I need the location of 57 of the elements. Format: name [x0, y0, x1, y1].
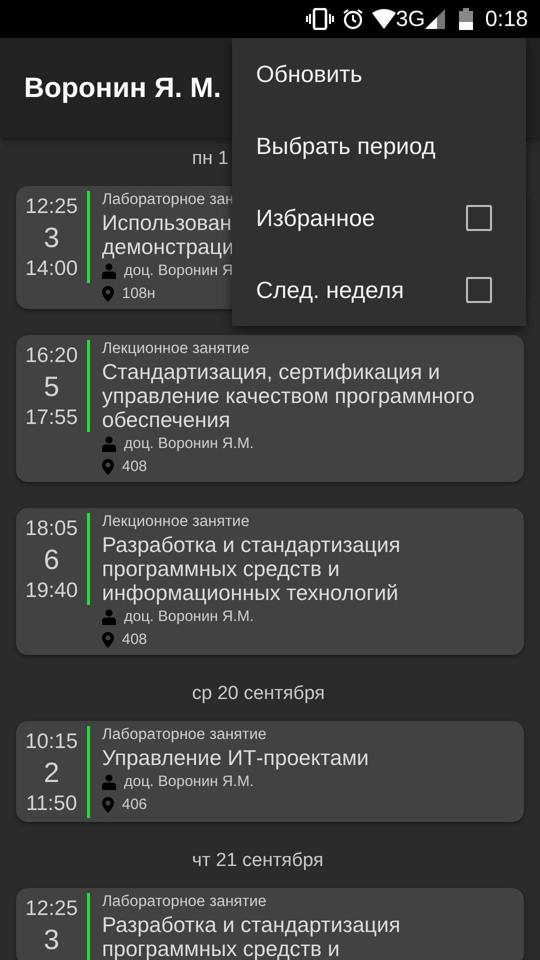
end-time: 19:40: [25, 579, 78, 603]
lesson-number: 2: [44, 756, 60, 790]
lesson-title: Стандартизация, сертификация и управление качеством программного обеспечения: [102, 360, 476, 432]
person-icon: [102, 608, 116, 624]
teacher-name: доц. Воронин Я.М.: [124, 773, 254, 790]
lesson-number: 3: [44, 923, 60, 957]
start-time: 12:25: [25, 195, 78, 219]
location-pin-icon: [102, 796, 114, 812]
day-header: ср 20 сентября: [192, 683, 325, 704]
room-number: 408: [122, 631, 148, 648]
lesson-title: Разработка и стандартизация программных средств и информационных технологий: [102, 533, 402, 605]
start-time: 16:20: [25, 344, 78, 368]
lesson-title: Использован демонстраци: [102, 211, 234, 259]
lesson-title: Управление ИТ-проектами: [102, 746, 369, 770]
day-header: пн 1: [192, 148, 229, 169]
menu-item[interactable]: Выбрать период: [232, 110, 526, 182]
room-number: 108н: [122, 285, 156, 302]
network-type: 3G: [396, 6, 426, 32]
lesson-number: 6: [44, 543, 60, 577]
end-time: 17:55: [25, 406, 78, 430]
start-time: 10:15: [25, 730, 78, 754]
menu-item[interactable]: След. неделя: [232, 254, 526, 326]
location-pin-icon: [102, 286, 114, 302]
clock-time: 0:18: [485, 6, 528, 32]
room-number: 406: [122, 796, 148, 813]
signal-icon: [425, 9, 446, 29]
location-pin-icon: [102, 458, 114, 474]
lesson-type: Лабораторное занятие: [102, 893, 267, 911]
lesson-type: Лекционное занятие: [102, 340, 250, 358]
room-number: 408: [122, 458, 148, 475]
vibrate-icon: [306, 8, 334, 30]
menu-item-label: След. неделя: [256, 276, 404, 304]
checkbox[interactable]: [466, 205, 492, 231]
day-header: чт 21 сентября: [192, 850, 324, 871]
lesson-type: Лекционное занятие: [102, 513, 250, 531]
person-icon: [102, 436, 116, 452]
person-icon: [102, 262, 116, 278]
lesson-number: 5: [44, 370, 60, 404]
start-time: 12:25: [25, 897, 78, 921]
end-time: 11:50: [26, 792, 77, 816]
alarm-icon: [342, 8, 364, 30]
checkbox[interactable]: [466, 277, 492, 303]
menu-item[interactable]: Обновить: [232, 38, 526, 110]
wifi-icon: [372, 9, 396, 29]
teacher-name: доц. Воронин Я: [124, 262, 233, 279]
lesson-type: Лабораторное занятие: [102, 726, 267, 744]
teacher-name: доц. Воронин Я.М.: [124, 435, 254, 452]
battery-icon: [459, 8, 474, 30]
teacher-name: доц. Воронин Я.М.: [124, 608, 254, 625]
person-icon: [102, 774, 116, 790]
menu-item-label: Избранное: [256, 204, 376, 232]
start-time: 18:05: [25, 517, 78, 541]
location-pin-icon: [102, 632, 114, 648]
lesson-number: 3: [44, 221, 60, 255]
screen-title: Воронин Я. М.: [24, 72, 222, 104]
end-time: 14:00: [25, 257, 78, 281]
menu-item[interactable]: Избранное: [232, 182, 526, 254]
